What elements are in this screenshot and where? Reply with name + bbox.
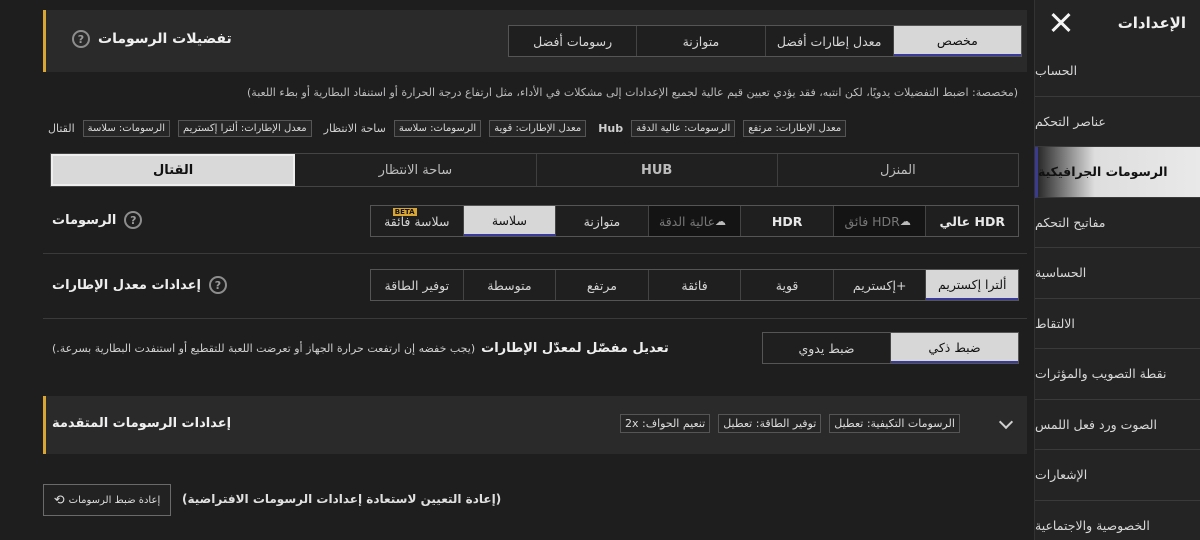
beta-badge: BETA <box>392 208 417 216</box>
sidebar-item-notifications[interactable]: الإشعارات <box>1035 450 1200 501</box>
help-icon[interactable]: ? <box>72 30 90 48</box>
advanced-graphics-section[interactable]: إعدادات الرسومات المتقدمة تنعيم الحواف: … <box>43 396 1027 454</box>
download-cloud-icon: ☁ <box>899 214 911 228</box>
sidebar-item-crosshair-effects[interactable]: نقطة التصويب والمؤثرات <box>1035 349 1200 400</box>
adaptive-fps-text: تعديل مفصّل لمعدّل الإطارات (يجب خفضه إن… <box>52 341 669 356</box>
adaptive-option-smart[interactable]: ضبط ذكي <box>891 333 1018 363</box>
graphics-option-label: عالية الدقة <box>659 213 716 229</box>
graphics-quality-label: الرسومات <box>52 212 117 228</box>
graphics-settings-panel: ? تفضيلات الرسومات رسومات أفضل متوازنة م… <box>0 0 1034 540</box>
graphics-option-smooth[interactable]: سلاسة <box>463 206 557 236</box>
fps-option-ultra[interactable]: فائقة <box>649 270 742 300</box>
custom-warning-note: (مخصصة: اضبط التفضيلات يدويًا، لكن انتبه… <box>247 86 1018 99</box>
sidebar-item-audio-haptics[interactable]: الصوت ورد فعل اللمس <box>1035 400 1200 450</box>
adaptive-fps-label: تعديل مفصّل لمعدّل الإطارات <box>481 341 669 356</box>
fps-selector: توفير الطاقة متوسطة مرتفع فائقة قوية إكس… <box>370 269 1019 301</box>
reset-icon: ⟲ <box>53 492 65 508</box>
graphics-option-balanced[interactable]: متوازنة <box>556 206 649 236</box>
fps-option-high[interactable]: مرتفع <box>556 270 649 300</box>
graphics-quality-selector: BETA سلاسة فائقة سلاسة متوازنة عالية الد… <box>370 205 1019 237</box>
sidebar-item-graphics[interactable]: الرسومات الجرافيكية <box>1035 147 1200 198</box>
advanced-graphics-title: إعدادات الرسومات المتقدمة <box>52 416 232 431</box>
advanced-chips: تنعيم الحواف: 2x توفير الطاقة: تعطيل الر… <box>620 414 960 433</box>
summary-hub-graphics: الرسومات: عالية الدقة <box>631 119 736 137</box>
sidebar-item-controls[interactable]: عناصر التحكم <box>1035 97 1200 147</box>
sidebar-item-sensitivity[interactable]: الحساسية <box>1035 248 1200 299</box>
summary-combat-label: القتال <box>48 121 75 135</box>
preferences-selector: رسومات أفضل متوازنة معدل إطارات أفضل مخص… <box>508 25 1022 57</box>
reset-graphics-button[interactable]: ⟲ إعادة ضبط الرسومات <box>43 484 171 516</box>
adaptive-fps-hint: (يجب خفضه إن ارتفعت حرارة الجهاز أو تعرض… <box>52 342 476 355</box>
summary-lobby-fps: معدل الإطارات: قوية <box>489 119 587 137</box>
graphics-preferences-section: ? تفضيلات الرسومات رسومات أفضل متوازنة م… <box>43 10 1027 72</box>
sidebar-item-pickup[interactable]: الالتقاط <box>1035 299 1200 349</box>
adaptive-fps-selector: ضبط يدوي ضبط ذكي <box>762 332 1019 364</box>
summary-lobby-graphics: الرسومات: سلاسة <box>393 119 482 137</box>
summary-hub-fps: معدل الإطارات: مرتفع <box>743 119 847 137</box>
preferences-summary-row: القتال الرسومات: سلاسة معدل الإطارات: أل… <box>48 117 976 139</box>
tab-home[interactable]: المنزل <box>778 154 1018 186</box>
preset-balanced[interactable]: متوازنة <box>637 26 766 56</box>
sidebar-item-privacy-social[interactable]: الخصوصية والاجتماعية <box>1035 501 1200 540</box>
graphics-option-hdr[interactable]: HDR <box>741 206 834 236</box>
summary-combat-graphics: الرسومات: سلاسة <box>82 119 170 137</box>
fps-label-group: إعدادات معدل الإطارات ? <box>52 276 227 294</box>
sidebar-item-account[interactable]: الحساب <box>1035 46 1200 97</box>
close-icon[interactable] <box>1047 9 1075 37</box>
preferences-title-group: ? تفضيلات الرسومات <box>72 30 232 48</box>
preset-better-fps[interactable]: معدل إطارات أفضل <box>766 26 894 56</box>
help-icon[interactable]: ? <box>124 211 143 229</box>
chip-anti-aliasing: تنعيم الحواف: 2x <box>620 414 711 433</box>
help-icon[interactable]: ? <box>209 276 227 294</box>
reset-note: (إعادة التعيين لاستعادة إعدادات الرسومات… <box>182 492 502 506</box>
chip-power-saving: توفير الطاقة: تعطيل <box>718 414 822 433</box>
tab-hub[interactable]: HUB <box>537 154 778 186</box>
adaptive-option-manual[interactable]: ضبط يدوي <box>763 333 891 363</box>
sidebar-item-control-keys[interactable]: مفاتيح التحكم <box>1035 198 1200 248</box>
summary-combat-fps: معدل الإطارات: ألترا إكستريم <box>177 119 312 137</box>
reset-graphics-label: إعادة ضبط الرسومات <box>68 494 161 506</box>
sidebar-header: الإعدادات <box>1035 0 1200 46</box>
settings-sidebar: الإعدادات الحساب عناصر التحكم الرسومات ا… <box>1034 0 1200 540</box>
fps-option-extreme-plus[interactable]: إكستريم+ <box>834 270 927 300</box>
fps-option-extreme[interactable]: قوية <box>741 270 834 300</box>
tab-combat[interactable]: القتال <box>51 154 296 186</box>
summary-lobby-label: ساحة الانتظار <box>323 121 386 135</box>
divider <box>43 318 1027 319</box>
divider <box>43 253 1027 254</box>
preferences-title: تفضيلات الرسومات <box>98 31 232 47</box>
download-cloud-icon: ☁ <box>715 214 727 228</box>
fps-settings-label: إعدادات معدل الإطارات <box>52 277 201 293</box>
fps-option-ultra-extreme[interactable]: ألترا إكستريم <box>926 270 1019 300</box>
graphics-option-label: فائق HDR <box>844 213 900 229</box>
graphics-option-super-hdr[interactable]: فائق HDR ☁ <box>833 206 927 236</box>
graphics-option-hd[interactable]: عالية الدقة ☁ <box>648 206 742 236</box>
graphics-option-ultra-smooth[interactable]: BETA سلاسة فائقة <box>371 206 464 236</box>
chevron-down-icon[interactable] <box>998 414 1014 430</box>
graphics-option-high-hdr[interactable]: عالي HDR <box>926 206 1018 236</box>
tab-lobby[interactable]: ساحة الانتظار <box>295 154 537 186</box>
preset-custom[interactable]: مخصص <box>893 26 1021 56</box>
preset-better-graphics[interactable]: رسومات أفضل <box>509 26 638 56</box>
scene-tabs: القتال ساحة الانتظار HUB المنزل <box>50 153 1019 187</box>
fps-option-medium[interactable]: متوسطة <box>464 270 557 300</box>
summary-hub-label: Hub <box>598 121 624 135</box>
chip-adaptive-graphics: الرسومات التكيفية: تعطيل <box>829 414 960 433</box>
graphics-quality-label-group: الرسومات ? <box>52 211 143 229</box>
fps-option-power-saving[interactable]: توفير الطاقة <box>371 270 464 300</box>
sidebar-title: الإعدادات <box>1117 14 1186 32</box>
